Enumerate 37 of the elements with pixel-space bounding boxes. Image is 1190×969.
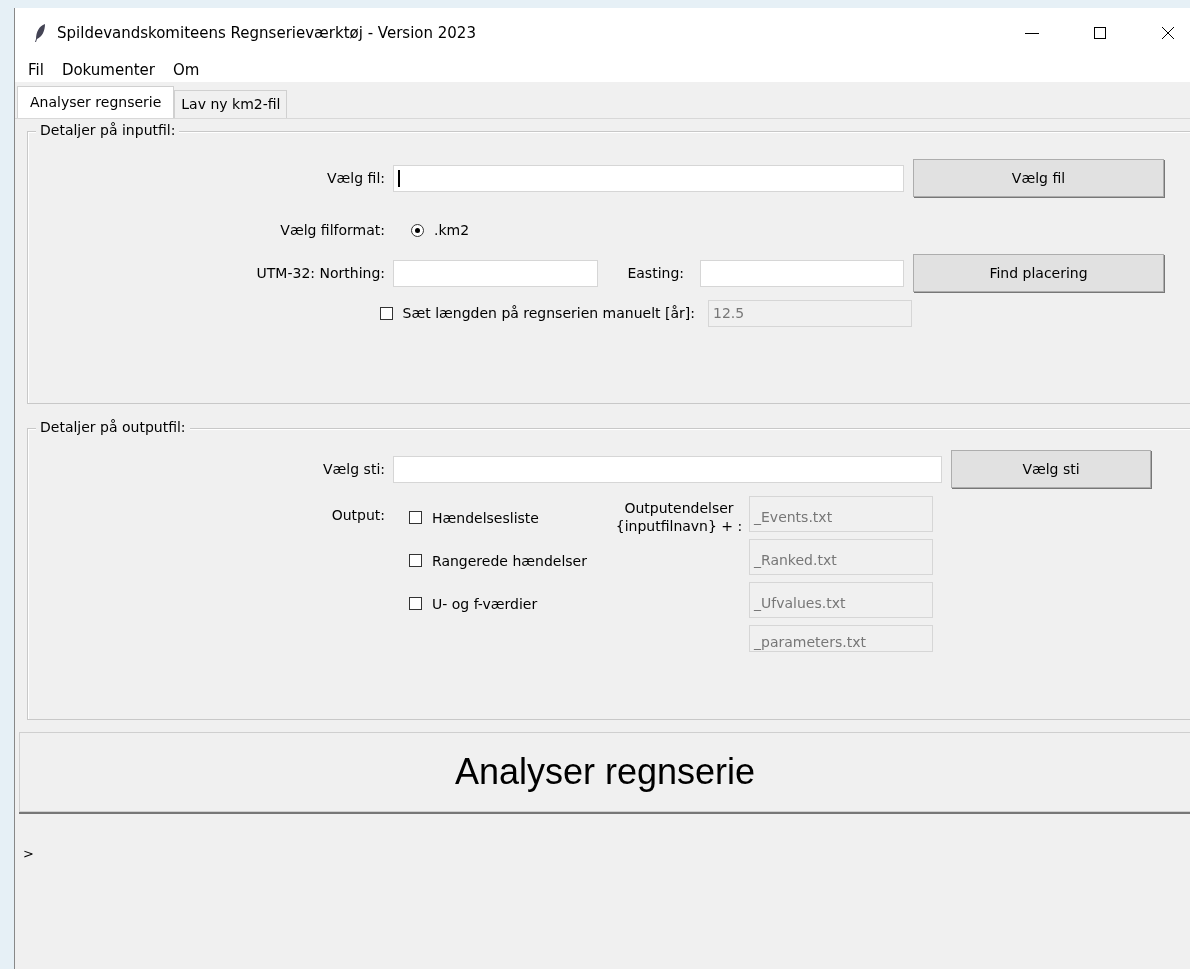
file-field[interactable] [393, 164, 904, 192]
field-label: Vælg fil: [326, 170, 386, 186]
find-location-button[interactable]: Find placering [913, 254, 1164, 292]
panel-legend: Detaljer på inputfil: [36, 122, 180, 138]
analyse-button[interactable]: Analyser regnserie [19, 732, 1190, 812]
menu-item[interactable]: Fil [19, 61, 53, 79]
field-label: Vælg sti: [322, 461, 386, 477]
field-label: Easting: [626, 265, 685, 281]
field-label: UTM-32: Northing: [255, 265, 386, 281]
radio-label: .km2 [434, 222, 470, 238]
checkbox-label: Sæt længden på regnserien manuelt [år]: [402, 305, 695, 321]
checkbox-label: U- og f-værdier [432, 595, 538, 612]
northing-field[interactable] [393, 259, 598, 287]
tab[interactable]: Analyser regnserie [17, 86, 175, 118]
field-label: Vælg filformat: [279, 222, 386, 238]
console-prompt: > [23, 846, 34, 861]
feather-icon [33, 23, 47, 43]
path-field[interactable] [393, 455, 942, 483]
minimize-icon [1025, 32, 1039, 34]
checkbox[interactable] [409, 554, 422, 567]
field-label: Outputendelser {inputfilnavn} + : [615, 499, 743, 535]
window-title: Spildevandskomiteens Regnserieværktøj - Version 2023 [57, 24, 477, 42]
menu-item[interactable]: Dokumenter [52, 61, 164, 79]
menu-item[interactable]: Om [163, 61, 209, 79]
choose-path-button[interactable]: Vælg sti [951, 450, 1151, 488]
radio-button[interactable] [411, 223, 424, 237]
checkbox-label: Hændelsesliste [432, 509, 539, 526]
easting-field[interactable] [700, 259, 904, 287]
checkbox[interactable] [409, 511, 422, 524]
checkbox[interactable] [409, 597, 422, 610]
maximize-icon [1093, 26, 1107, 40]
tab[interactable]: Lav ny km2-fil [174, 90, 288, 118]
field-label: Output: [330, 506, 386, 523]
panel-legend: Detaljer på outputfil: [36, 419, 190, 435]
close-icon [1161, 26, 1175, 40]
choose-file-button[interactable]: Vælg fil [913, 159, 1164, 197]
checkbox-label: Rangerede hændelser [432, 552, 587, 569]
